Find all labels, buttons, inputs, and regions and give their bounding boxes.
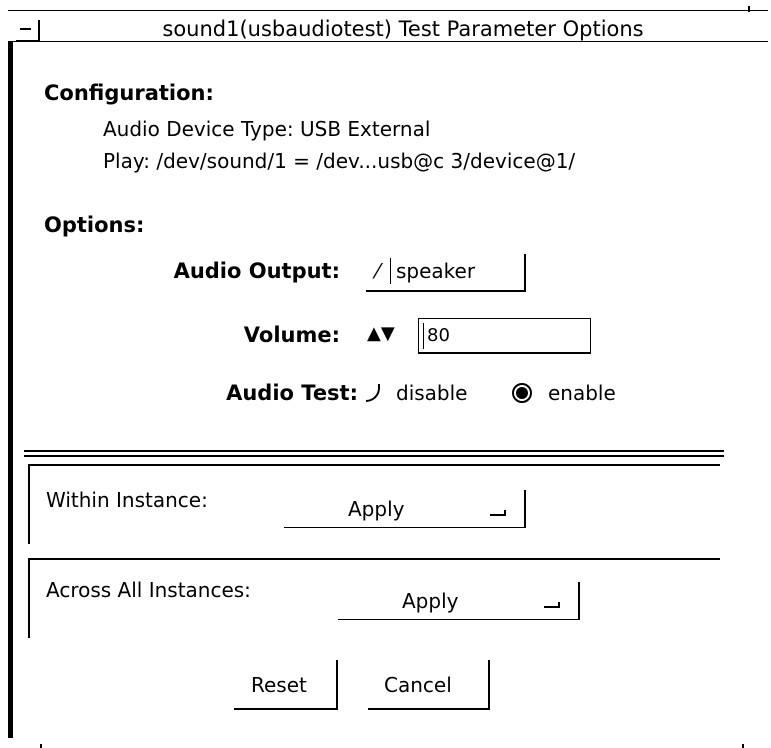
group-border xyxy=(28,558,30,638)
volume-stepper-arrows[interactable]: ▲▼ xyxy=(367,321,395,347)
options-heading: Options: xyxy=(44,213,145,237)
group-border xyxy=(28,464,720,466)
play-device: Play: /dev/sound/1 = /dev...usb@c 3/devi… xyxy=(103,149,576,173)
audio-test-disable-label: disable xyxy=(396,381,468,405)
audio-output-label: Audio Output: xyxy=(173,259,340,283)
window-frame-left xyxy=(8,42,13,738)
across-instances-label: Across All Instances: xyxy=(46,578,251,602)
radio-dot-icon xyxy=(516,387,528,399)
separator xyxy=(24,450,724,452)
audio-output-value: speaker xyxy=(396,259,476,283)
cancel-button-label: Cancel xyxy=(384,673,452,697)
group-border xyxy=(28,558,720,560)
across-instances-apply-label: Apply xyxy=(402,589,459,613)
volume-label: Volume: xyxy=(243,323,340,347)
window-menu-button[interactable] xyxy=(16,20,40,42)
audio-test-enable-radio[interactable]: enable xyxy=(512,380,642,406)
text-cursor xyxy=(423,323,424,349)
within-instance-label: Within Instance: xyxy=(46,488,208,512)
frame-corner-mark xyxy=(748,6,750,12)
frame-corner-mark xyxy=(742,744,744,748)
reset-button-label: Reset xyxy=(251,673,307,697)
volume-input[interactable]: 80 xyxy=(418,318,591,354)
window-title: sound1(usbaudiotest) Test Parameter Opti… xyxy=(162,17,644,41)
within-instance-apply-menu[interactable]: Apply xyxy=(284,490,526,528)
group-border xyxy=(28,464,30,544)
across-instances-apply-menu[interactable]: Apply xyxy=(338,582,580,620)
audio-test-label: Audio Test: xyxy=(226,381,358,405)
audio-test-enable-label: enable xyxy=(548,381,616,405)
menu-mark-icon: ⁄ xyxy=(376,259,380,283)
reset-button[interactable]: Reset xyxy=(234,660,338,710)
menu-mark-icon xyxy=(544,602,560,608)
within-instance-apply-label: Apply xyxy=(348,497,405,521)
cancel-button[interactable]: Cancel xyxy=(368,660,490,710)
frame-corner-mark xyxy=(40,744,42,748)
menu-divider xyxy=(390,258,391,284)
audio-output-menu-button[interactable]: ⁄ speaker xyxy=(366,254,526,292)
audio-test-disable-radio[interactable]: disable xyxy=(366,380,494,406)
configuration-heading: Configuration: xyxy=(44,81,214,105)
audio-device-type: Audio Device Type: USB External xyxy=(103,117,431,141)
separator xyxy=(24,455,724,457)
volume-value: 80 xyxy=(427,325,450,346)
menu-mark-icon xyxy=(490,510,506,516)
radio-unselected-icon xyxy=(366,384,380,402)
